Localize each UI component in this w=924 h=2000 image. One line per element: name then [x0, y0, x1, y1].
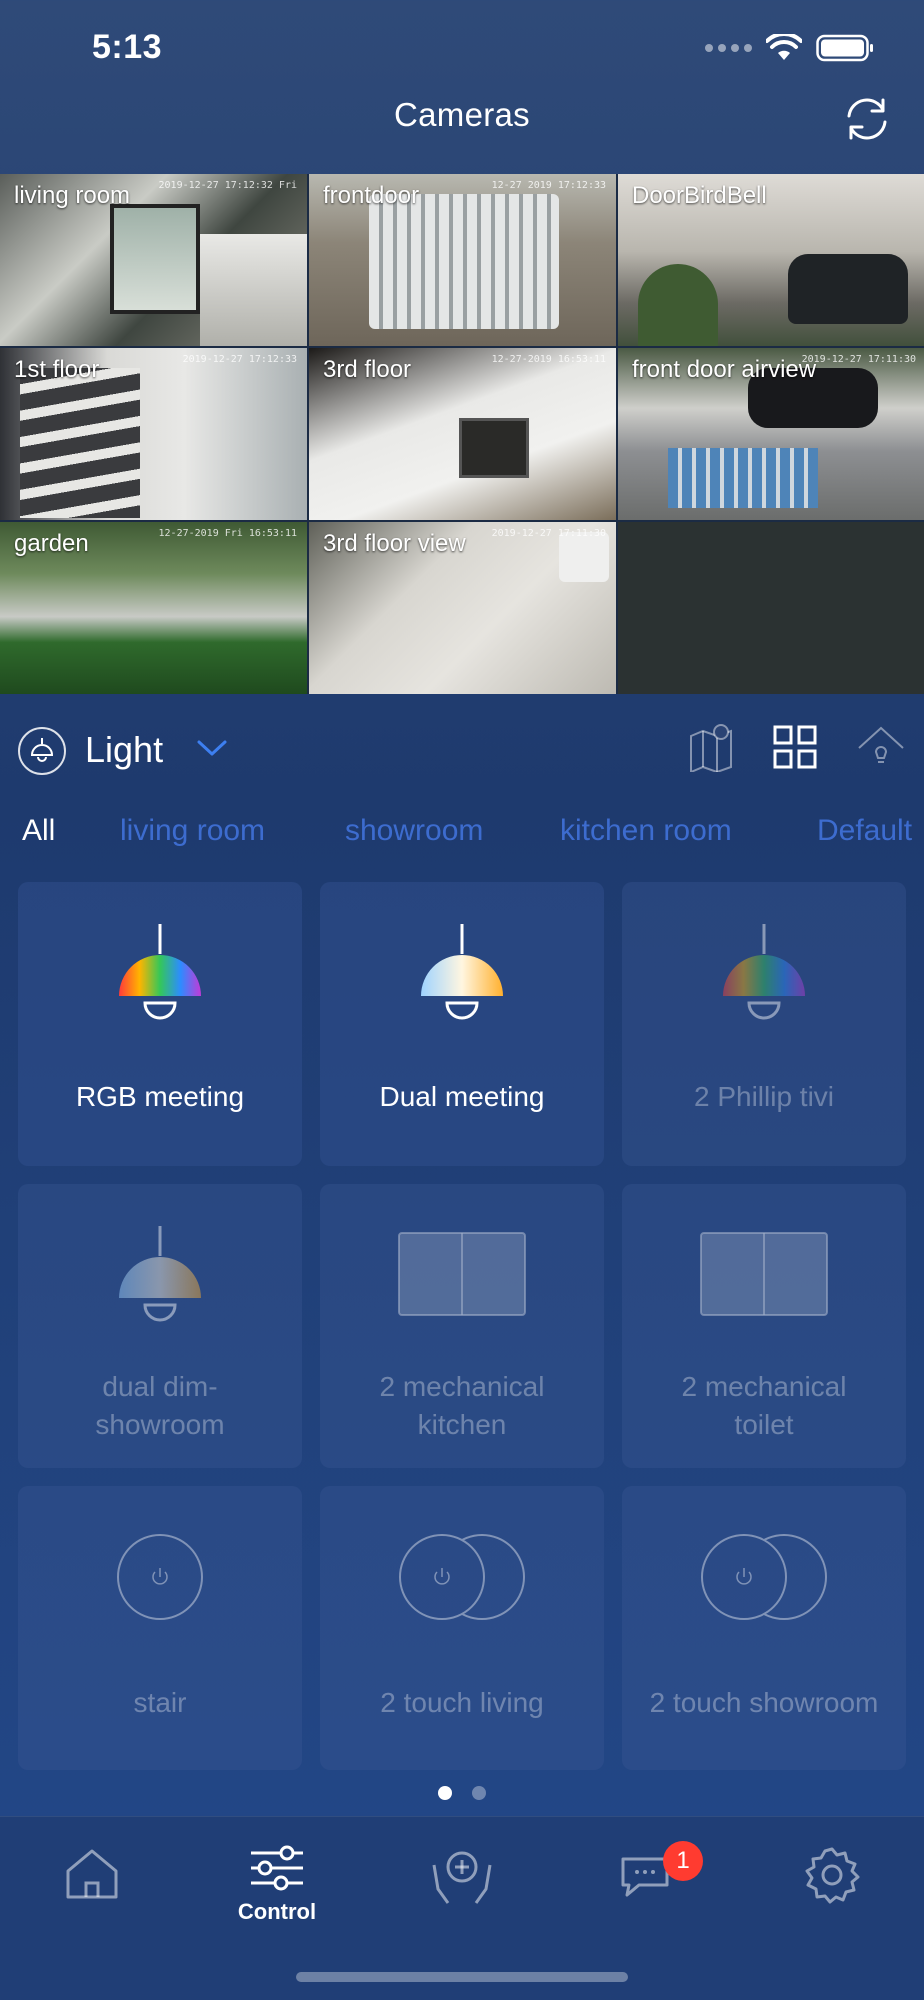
battery-icon	[816, 34, 873, 62]
camera-empty-slot	[618, 522, 924, 694]
device-card[interactable]: Dual meeting	[320, 882, 604, 1166]
sliders-icon	[251, 1845, 303, 1891]
camera-timestamp: 2019-12-27 17:12:32 Fri	[158, 180, 297, 191]
page-dot-active[interactable]	[438, 1786, 452, 1800]
camera-tile[interactable]: 2019-12-27 17:12:32 Fri living room	[0, 174, 307, 346]
rgb-lamp-icon	[622, 924, 906, 1034]
device-name: 2 Phillip tivi	[693, 1081, 835, 1112]
device-card[interactable]: dual dim- showroom	[18, 1184, 302, 1468]
camera-label: 3rd floor view	[323, 530, 466, 557]
dual-lamp-icon	[18, 1226, 302, 1336]
device-name: dual dim- showroom	[95, 1371, 225, 1440]
camera-tile[interactable]: 12-27 2019 17:12:33 frontdoor	[309, 174, 616, 346]
tab-living-room[interactable]: living room	[120, 814, 265, 848]
page-dot[interactable]	[472, 1786, 486, 1800]
device-card[interactable]: 2 touch showroom	[622, 1486, 906, 1770]
device-card[interactable]: 2 mechanical toilet	[622, 1184, 906, 1468]
camera-label: front door airview	[632, 356, 817, 383]
tab-messages[interactable]: 1	[587, 1841, 707, 1945]
page-title: Cameras	[394, 96, 530, 133]
dual-lamp-icon	[320, 924, 604, 1034]
device-name: stair	[133, 1687, 187, 1718]
camera-label: living room	[14, 182, 131, 209]
tab-default[interactable]: Default	[817, 814, 912, 848]
status-icons	[705, 34, 874, 62]
lamp-category-icon[interactable]	[18, 727, 66, 775]
view-mode-icons	[688, 722, 906, 772]
camera-timestamp: 2019-12-27 17:11:30	[491, 528, 606, 539]
camera-timestamp: 2019-12-27 17:12:33	[182, 354, 297, 365]
gear-icon	[805, 1847, 860, 1904]
status-bar: 5:13	[0, 0, 924, 100]
camera-tile[interactable]: 2019-12-27 17:11:30 3rd floor view	[309, 522, 616, 694]
tab-home[interactable]	[32, 1845, 152, 1945]
camera-timestamp: 2019-12-27 17:11:30	[801, 354, 916, 365]
home-icon	[66, 1849, 118, 1899]
double-power-switch-icon	[622, 1532, 906, 1622]
map-icon[interactable]	[688, 722, 734, 772]
camera-timestamp: 12-27 2019 17:12:33	[491, 180, 606, 191]
header: Cameras	[0, 88, 924, 148]
tab-label: Control	[237, 1899, 317, 1924]
mechanical-switch-icon	[622, 1232, 906, 1316]
device-card[interactable]: RGB meeting	[18, 882, 302, 1166]
camera-tile[interactable]: DoorBirdBell	[618, 174, 924, 346]
tab-settings[interactable]	[772, 1845, 892, 1945]
camera-grid: 2019-12-27 17:12:32 Fri living room 12-2…	[0, 174, 924, 694]
notification-badge: 1	[663, 1841, 703, 1881]
refresh-icon[interactable]	[840, 92, 894, 146]
device-name: Dual meeting	[379, 1081, 545, 1112]
camera-tile[interactable]: 2019-12-27 17:11:30 front door airview	[618, 348, 924, 520]
device-card[interactable]: 2 mechanical kitchen	[320, 1184, 604, 1468]
device-name: RGB meeting	[75, 1081, 245, 1112]
power-switch-icon	[18, 1532, 302, 1622]
device-card[interactable]: stair	[18, 1486, 302, 1770]
device-name: 2 touch showroom	[649, 1687, 879, 1718]
tab-all[interactable]: All	[22, 814, 55, 848]
tab-showroom[interactable]: showroom	[345, 814, 483, 848]
camera-label: frontdoor	[323, 182, 420, 209]
tab-control[interactable]: Control	[217, 1845, 337, 1945]
camera-label: DoorBirdBell	[632, 182, 767, 209]
wifi-icon	[766, 34, 802, 60]
double-power-switch-icon	[320, 1532, 604, 1622]
tab-health[interactable]	[402, 1845, 522, 1945]
camera-tile[interactable]: 2019-12-27 17:12:33 1st floor	[0, 348, 307, 520]
category-label[interactable]: Light	[85, 729, 163, 771]
tab-kitchen-room[interactable]: kitchen room	[560, 814, 732, 848]
status-time: 5:13	[92, 28, 163, 66]
camera-label: 1st floor	[14, 356, 100, 383]
category-bar: Light	[0, 700, 924, 800]
mechanical-switch-icon	[320, 1232, 604, 1316]
camera-tile[interactable]: 12-27-2019 Fri 16:53:11 garden	[0, 522, 307, 694]
camera-tile[interactable]: 12-27-2019 16:53:11 3rd floor	[309, 348, 616, 520]
device-name: 2 mechanical kitchen	[379, 1371, 545, 1440]
camera-timestamp: 12-27-2019 16:53:11	[491, 354, 606, 365]
page-indicator[interactable]	[0, 1786, 924, 1800]
device-card[interactable]: 2 Phillip tivi	[622, 882, 906, 1166]
signal-icon	[705, 44, 752, 52]
device-name: 2 mechanical toilet	[681, 1371, 847, 1440]
home-indicator	[296, 1972, 628, 1982]
house-light-icon[interactable]	[856, 724, 906, 770]
camera-label: 3rd floor	[323, 356, 412, 383]
rgb-lamp-icon	[18, 924, 302, 1034]
device-card[interactable]: 2 touch living	[320, 1486, 604, 1770]
grid-view-icon[interactable]	[772, 724, 818, 770]
chevron-down-icon[interactable]	[196, 738, 228, 758]
camera-label: garden	[14, 530, 89, 557]
room-tabs: All living room showroom kitchen room De…	[0, 808, 924, 858]
camera-timestamp: 12-27-2019 Fri 16:53:11	[158, 528, 297, 539]
health-care-icon	[432, 1851, 492, 1904]
device-name: 2 touch living	[380, 1687, 544, 1718]
